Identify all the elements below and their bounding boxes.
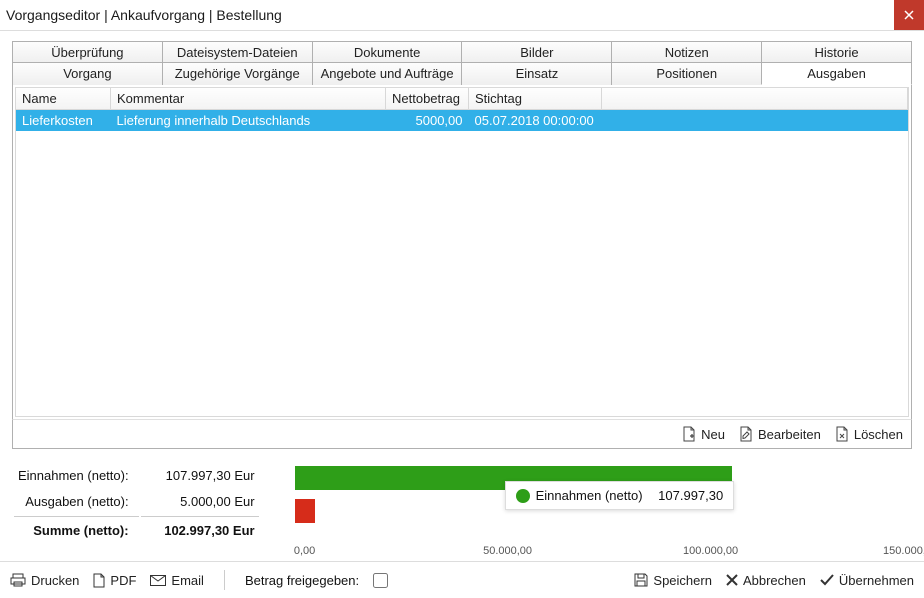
tab-dateisystem[interactable]: Dateisystem-Dateien — [162, 41, 313, 63]
close-icon — [904, 10, 914, 20]
cell-blank — [602, 110, 908, 132]
abbrechen-button[interactable]: Abbrechen — [726, 573, 806, 588]
tabpanel-ausgaben: Name Kommentar Nettobetrag Stichtag Lief… — [12, 84, 912, 420]
bearbeiten-button[interactable]: Bearbeiten — [739, 426, 821, 442]
tick-50k: 50.000,00 — [483, 545, 532, 557]
tab-ueberpruefung[interactable]: Überprüfung — [12, 41, 163, 63]
einnahmen-value: 107.997,30 Eur — [141, 463, 259, 487]
speichern-button[interactable]: Speichern — [634, 573, 712, 588]
summary-table: Einnahmen (netto): 107.997,30 Eur Ausgab… — [12, 461, 261, 545]
bearbeiten-label: Bearbeiten — [758, 427, 821, 442]
tick-100k: 100.000,00 — [683, 545, 738, 557]
einnahmen-label: Einnahmen (netto): — [14, 463, 139, 487]
cell-netto: 5000,00 — [386, 110, 469, 132]
abbrechen-label: Abbrechen — [743, 573, 806, 588]
loeschen-button[interactable]: Löschen — [835, 426, 903, 442]
window-title: Vorgangseditor | Ankaufvorgang | Bestell… — [0, 7, 282, 23]
summary-chart: Einnahmen (netto) 107.997,30 0,00 50.000… — [285, 461, 912, 545]
drucken-label: Drucken — [31, 573, 79, 588]
tab-bilder[interactable]: Bilder — [461, 41, 612, 63]
email-label: Email — [171, 573, 204, 588]
chart-tooltip: Einnahmen (netto) 107.997,30 — [505, 481, 735, 510]
tooltip-label: Einnahmen (netto) — [536, 488, 643, 503]
tab-dokumente[interactable]: Dokumente — [312, 41, 463, 63]
tab-angebote[interactable]: Angebote und Aufträge — [312, 62, 463, 85]
tab-einsatz[interactable]: Einsatz — [461, 62, 612, 85]
save-icon — [634, 573, 648, 587]
tick-0: 0,00 — [294, 545, 315, 557]
printer-icon — [10, 573, 26, 587]
col-blank — [602, 88, 908, 110]
uebernehmen-label: Übernehmen — [839, 573, 914, 588]
uebernehmen-button[interactable]: Übernehmen — [820, 573, 914, 588]
footer-toolbar: Drucken PDF Email Betrag freigegeben: — [0, 561, 924, 598]
pdf-label: PDF — [110, 573, 136, 588]
drucken-button[interactable]: Drucken — [10, 573, 79, 588]
col-kommentar[interactable]: Kommentar — [111, 88, 386, 110]
col-netto[interactable]: Nettobetrag — [386, 88, 469, 110]
check-icon — [820, 574, 834, 586]
tabs-row-2: Vorgang Zugehörige Vorgänge Angebote und… — [12, 62, 912, 85]
tab-positionen[interactable]: Positionen — [611, 62, 762, 85]
freigegeben-label: Betrag freigegeben: — [245, 573, 359, 588]
tabs-row-1: Überprüfung Dateisystem-Dateien Dokument… — [12, 41, 912, 63]
tab-historie[interactable]: Historie — [761, 41, 912, 63]
new-icon — [682, 426, 696, 442]
grid-wrap: Name Kommentar Nettobetrag Stichtag Lief… — [15, 87, 909, 417]
tab-zugehoerige[interactable]: Zugehörige Vorgänge — [162, 62, 313, 85]
cancel-icon — [726, 574, 738, 586]
tab-notizen[interactable]: Notizen — [611, 41, 762, 63]
cell-stichtag: 05.07.2018 00:00:00 — [469, 110, 602, 132]
speichern-label: Speichern — [653, 573, 712, 588]
col-stichtag[interactable]: Stichtag — [469, 88, 602, 110]
table-row[interactable]: Lieferkosten Lieferung innerhalb Deutsch… — [16, 110, 908, 132]
neu-button[interactable]: Neu — [682, 426, 725, 442]
tooltip-value: 107.997,30 — [658, 488, 723, 503]
freigegeben-checkbox[interactable] — [373, 573, 388, 588]
pdf-icon — [93, 573, 105, 588]
chart-bar-ausgaben[interactable] — [295, 499, 315, 523]
delete-icon — [835, 426, 849, 442]
summe-value: 102.997,30 Eur — [141, 516, 259, 543]
tab-vorgang[interactable]: Vorgang — [12, 62, 163, 85]
close-button[interactable] — [894, 0, 924, 30]
cell-name: Lieferkosten — [16, 110, 111, 132]
ausgaben-value: 5.000,00 Eur — [141, 489, 259, 513]
edit-icon — [739, 426, 753, 442]
footer-divider — [224, 570, 225, 590]
cell-kommentar: Lieferung innerhalb Deutschlands — [111, 110, 386, 132]
email-button[interactable]: Email — [150, 573, 204, 588]
tab-ausgaben[interactable]: Ausgaben — [761, 62, 912, 85]
tick-150k: 150.000,00 — [883, 545, 924, 557]
col-name[interactable]: Name — [16, 88, 111, 110]
summe-label: Summe (netto): — [14, 516, 139, 543]
expenses-grid[interactable]: Name Kommentar Nettobetrag Stichtag Lief… — [16, 88, 908, 131]
ausgaben-label: Ausgaben (netto): — [14, 489, 139, 513]
loeschen-label: Löschen — [854, 427, 903, 442]
email-icon — [150, 575, 166, 586]
neu-label: Neu — [701, 427, 725, 442]
tooltip-dot-icon — [516, 489, 530, 503]
row-toolbar: Neu Bearbeiten Löschen — [12, 419, 912, 449]
pdf-button[interactable]: PDF — [93, 573, 136, 588]
